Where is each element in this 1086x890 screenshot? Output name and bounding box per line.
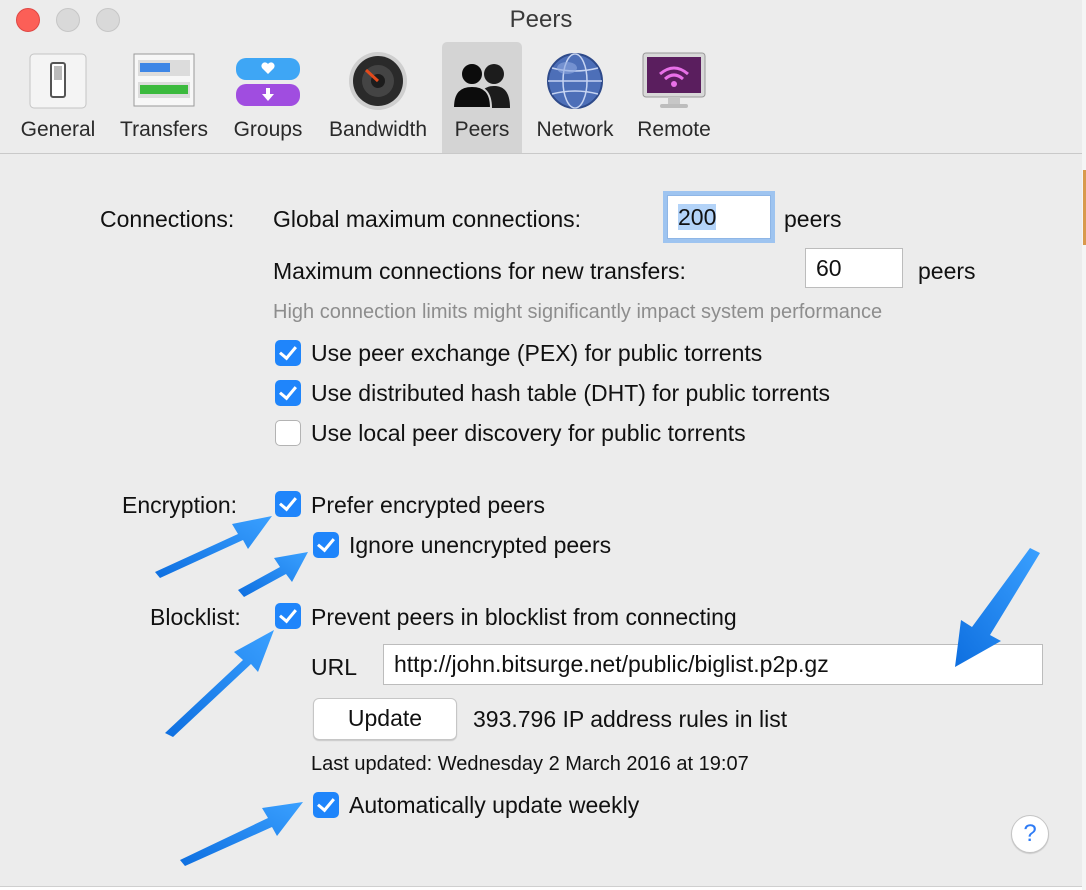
people-icon — [451, 62, 510, 109]
lpd-label: Use local peer discovery for public torr… — [311, 420, 746, 446]
prefer-encrypted-label: Prefer encrypted peers — [311, 492, 545, 518]
tab-transfers[interactable]: Transfers — [110, 42, 218, 153]
connections-label: Connections: — [100, 206, 235, 232]
prevent-blocklist-checkbox[interactable] — [275, 603, 301, 629]
tab-general[interactable]: General — [8, 42, 108, 153]
tab-label: Bandwidth — [328, 118, 428, 141]
tab-label: Groups — [233, 118, 303, 141]
window-title: Peers — [509, 6, 573, 33]
transfer-max-label: Maximum connections for new transfers: — [273, 258, 686, 284]
pex-checkbox[interactable] — [275, 340, 301, 366]
ignore-unencrypted-label: Ignore unencrypted peers — [349, 532, 612, 558]
ignore-unencrypted-checkbox[interactable] — [313, 532, 339, 558]
global-max-value: 200 — [678, 204, 717, 230]
rules-count: 393.796 IP address rules in list — [473, 706, 788, 732]
transfers-icon — [133, 53, 195, 107]
tab-label: Transfers — [120, 118, 208, 141]
groups-icon — [236, 58, 300, 106]
remote-monitor-icon — [642, 52, 706, 108]
global-max-unit: peers — [784, 206, 842, 232]
tab-label: Peers — [454, 118, 510, 141]
last-updated: Last updated: Wednesday 2 March 2016 at … — [311, 753, 749, 775]
performance-warning: High connection limits might significant… — [273, 301, 883, 323]
blocklist-label: Blocklist: — [150, 604, 241, 630]
prefer-encrypted-checkbox[interactable] — [275, 491, 301, 517]
dht-checkbox[interactable] — [275, 380, 301, 406]
lpd-checkbox[interactable] — [275, 420, 301, 446]
tab-label: Network — [536, 118, 614, 141]
global-max-label: Global maximum connections: — [273, 206, 582, 232]
tab-label: General — [20, 118, 96, 141]
preferences-window: Peers General Transfers Groups Bandwidth… — [0, 0, 1083, 887]
switch-icon — [29, 53, 87, 109]
pex-label: Use peer exchange (PEX) for public torre… — [311, 340, 763, 366]
help-button[interactable]: ? — [1011, 815, 1049, 853]
transfer-max-input[interactable]: 60 — [805, 248, 903, 288]
tab-peers[interactable]: Peers — [442, 42, 522, 153]
update-button[interactable]: Update — [313, 698, 457, 740]
auto-update-label: Automatically update weekly — [349, 792, 640, 818]
global-max-input[interactable]: 200 — [667, 195, 771, 239]
tab-remote[interactable]: Remote — [628, 42, 720, 153]
dht-label: Use distributed hash table (DHT) for pub… — [311, 380, 830, 406]
auto-update-checkbox[interactable] — [313, 792, 339, 818]
tab-bandwidth[interactable]: Bandwidth — [318, 42, 438, 153]
tab-label: Remote — [637, 118, 711, 141]
blocklist-url-input[interactable]: http://john.bitsurge.net/public/biglist.… — [383, 644, 1043, 685]
url-label: URL — [311, 654, 358, 680]
globe-icon — [547, 53, 603, 109]
prevent-blocklist-label: Prevent peers in blocklist from connecti… — [311, 604, 737, 630]
background-edge — [1082, 0, 1086, 890]
tab-network[interactable]: Network — [526, 42, 624, 153]
transfer-max-unit: peers — [918, 258, 976, 284]
speaker-icon — [349, 52, 407, 110]
encryption-label: Encryption: — [122, 492, 238, 518]
toolbar: Peers General Transfers Groups Bandwidth… — [0, 0, 1082, 154]
tab-groups[interactable]: Groups — [222, 42, 314, 153]
